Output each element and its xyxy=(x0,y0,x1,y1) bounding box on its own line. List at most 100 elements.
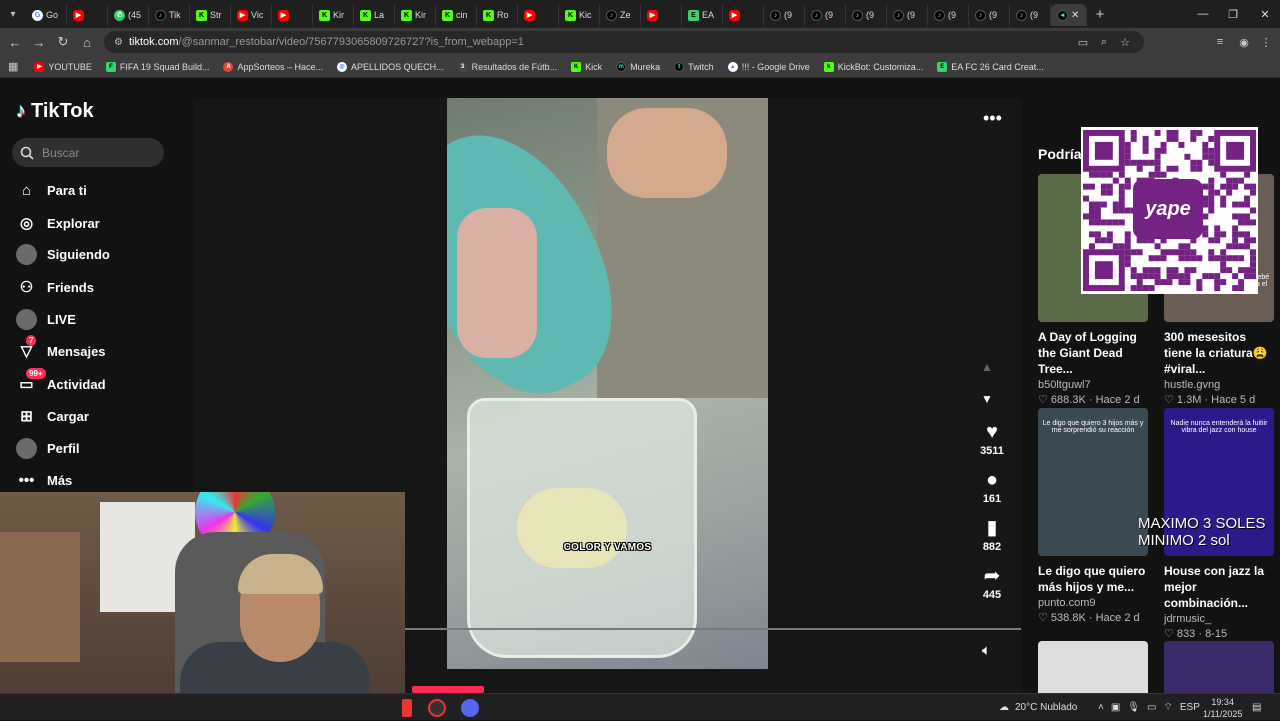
sidebar-item-actividad[interactable]: ▭ 99+ Actividad xyxy=(16,367,106,398)
next-video-icon[interactable]: ▼ xyxy=(981,392,993,406)
bookmark-item[interactable]: K Kick xyxy=(571,61,602,72)
browser-tab[interactable]: ♪ (9 xyxy=(1010,4,1051,26)
bookmark-item[interactable]: A AppSorteos – Hace... xyxy=(223,61,323,72)
browser-tab[interactable]: E EA xyxy=(682,4,723,26)
tray-mic-icon[interactable]: 🎙︎ xyxy=(1127,702,1140,713)
browser-tab[interactable]: ♪ Tik xyxy=(149,4,190,26)
video-thumbnail[interactable] xyxy=(1038,641,1148,693)
video-author[interactable]: jdrmusic_ xyxy=(1164,613,1274,625)
browser-tab[interactable]: ▶ xyxy=(723,4,764,26)
more-options-icon[interactable]: ••• xyxy=(983,108,1002,129)
video-thumbnail[interactable]: Le digo que quiero 3 hijos más y me sorp… xyxy=(1038,408,1148,556)
browser-tab[interactable]: K Str xyxy=(190,4,231,26)
zoom-icon[interactable]: ⌕ xyxy=(1096,34,1112,50)
save-button[interactable]: ▮ 882 xyxy=(976,517,1008,553)
search-input[interactable] xyxy=(42,145,152,160)
previous-video-icon[interactable]: ▲ xyxy=(981,360,993,374)
comment-button[interactable]: ● 161 xyxy=(976,469,1008,505)
sidebar-item-mensajes[interactable]: ▽ 7 Mensajes xyxy=(16,334,106,365)
video-author[interactable]: b50ltguwl7 xyxy=(1038,379,1148,391)
site-info-icon[interactable]: ⚙ xyxy=(114,37,123,48)
browser-tab[interactable]: K Ro xyxy=(477,4,518,26)
video-title[interactable]: 300 mesesitos tiene la criatura😩 #viral.… xyxy=(1164,329,1274,377)
video-title[interactable]: House con jazz la mejor combinación... xyxy=(1164,563,1274,611)
apps-grid-icon[interactable]: ▦ xyxy=(8,60,18,73)
browser-tab[interactable]: ▶ xyxy=(67,4,108,26)
browser-tab[interactable]: ♪ (9 xyxy=(928,4,969,26)
browser-tab[interactable]: ♪ (9 xyxy=(969,4,1010,26)
maximize-window-icon[interactable]: ❐ xyxy=(1218,0,1248,28)
recommended-video-card[interactable]: Le digo que quiero 3 hijos más y me sorp… xyxy=(1038,408,1148,624)
sidebar-item-para-ti[interactable]: ⌂ Para ti xyxy=(16,176,87,204)
reading-list-icon[interactable]: ≡ xyxy=(1212,34,1228,50)
bookmark-item[interactable]: E EA FC 26 Card Creat... xyxy=(937,61,1044,72)
video-progress-bar[interactable] xyxy=(405,628,1021,630)
tray-battery-icon[interactable]: ▭ xyxy=(1147,702,1156,713)
browser-tab[interactable]: K La xyxy=(354,4,395,26)
sidebar-item-perfil[interactable]: Perfil xyxy=(16,434,80,462)
volume-icon[interactable]: 🔈︎ xyxy=(982,642,991,659)
like-button[interactable]: ♥ 3511 xyxy=(976,421,1008,457)
browser-tab[interactable]: ✆ (45 xyxy=(108,4,149,26)
video-frame[interactable]: COLOR Y VAMOS xyxy=(447,98,768,669)
taskbar-app-icon[interactable] xyxy=(402,699,412,717)
video-author[interactable]: punto.com9 xyxy=(1038,597,1148,609)
bookmark-item[interactable]: ▶ YOUTUBE xyxy=(34,61,92,72)
profile-icon[interactable]: ◉ xyxy=(1236,34,1252,50)
browser-tab[interactable]: K Kir xyxy=(313,4,354,26)
browser-tab[interactable]: K Kic xyxy=(559,4,600,26)
bookmark-item[interactable]: 3 Resultados de Fútb... xyxy=(457,61,557,72)
sidebar-item-mas[interactable]: ••• Más xyxy=(16,466,73,494)
bookmark-item[interactable]: ◎ APELLIDOS QUECH... xyxy=(337,61,444,72)
notifications-icon[interactable]: ▤ xyxy=(1252,694,1261,721)
browser-tab[interactable]: ♪ Ze xyxy=(600,4,641,26)
bookmark-item[interactable]: t Twitch xyxy=(674,61,714,72)
forward-arrow-icon[interactable]: → xyxy=(29,32,49,52)
tray-chevron-icon[interactable]: ˄ xyxy=(1098,702,1104,713)
browser-tab[interactable]: ♪ (9 xyxy=(805,4,846,26)
bookmark-item[interactable]: m Mureka xyxy=(616,61,660,72)
tab-search-icon[interactable]: ▾ xyxy=(0,0,26,28)
bookmark-item[interactable]: ▲!!! - Google Drive xyxy=(727,61,810,72)
browser-tab[interactable]: K Kir xyxy=(395,4,436,26)
bookmark-star-icon[interactable]: ☆ xyxy=(1117,34,1133,50)
browser-tab[interactable]: ▶ xyxy=(272,4,313,26)
close-window-icon[interactable]: ✕ xyxy=(1250,0,1280,28)
browser-tab[interactable]: ♪ (9 xyxy=(764,4,805,26)
video-title[interactable]: A Day of Logging the Giant Dead Tree... xyxy=(1038,329,1148,377)
taskbar-chat-icon[interactable] xyxy=(461,699,479,717)
tray-network-icon[interactable]: ▣ xyxy=(1111,702,1120,713)
browser-tab[interactable]: Kcin xyxy=(436,4,477,26)
sidebar-item-explorar[interactable]: ◎ Explorar xyxy=(16,209,100,237)
tray-wifi-icon[interactable]: ⌔ xyxy=(1163,701,1172,714)
sidebar-item-cargar[interactable]: ⊞ Cargar xyxy=(16,402,89,430)
search-box[interactable] xyxy=(12,138,164,167)
browser-tab[interactable]: ▶ xyxy=(641,4,682,26)
active-tab[interactable]: ◂ ✕ xyxy=(1051,4,1087,26)
system-tray[interactable]: ˄ ▣ 🎙︎ ▭ ⌔ ESP xyxy=(1098,694,1200,721)
browser-tab[interactable]: ♪ (9 xyxy=(846,4,887,26)
browser-tab[interactable]: ♪ (9 xyxy=(887,4,928,26)
taskbar-obs-icon[interactable] xyxy=(428,699,446,717)
home-icon[interactable]: ⌂ xyxy=(77,32,97,52)
browser-tab[interactable]: ▶ Vic xyxy=(231,4,272,26)
bookmark-item[interactable]: F FIFA 19 Squad Build... xyxy=(105,61,209,72)
cast-icon[interactable]: ▭ xyxy=(1075,34,1091,50)
video-thumbnail[interactable] xyxy=(1164,641,1274,693)
browser-tab[interactable]: G Go xyxy=(26,4,67,26)
video-author[interactable]: hustle.gvng xyxy=(1164,379,1274,391)
close-tab-icon[interactable]: ✕ xyxy=(1071,10,1079,21)
sidebar-item-siguiendo[interactable]: Siguiendo xyxy=(16,240,110,268)
chrome-menu-icon[interactable]: ⋮ xyxy=(1258,34,1274,50)
tray-lang[interactable]: ESP xyxy=(1180,702,1200,713)
video-title[interactable]: Le digo que quiero más hijos y me... xyxy=(1038,563,1148,595)
minimize-window-icon[interactable]: — xyxy=(1188,0,1218,28)
browser-tab[interactable]: ▶ xyxy=(518,4,559,26)
new-tab-button[interactable]: + xyxy=(1087,6,1113,23)
clock[interactable]: 19:34 1/11/2025 xyxy=(1203,694,1242,721)
back-arrow-icon[interactable]: ← xyxy=(5,32,25,52)
share-button[interactable]: ➦ 445 xyxy=(976,565,1008,601)
reload-icon[interactable]: ↻ xyxy=(53,32,73,52)
address-bar[interactable]: ⚙ tiktok.com/@sanmar_restobar/video/7567… xyxy=(104,31,1144,53)
bookmark-item[interactable]: k KickBot: Customiza... xyxy=(823,61,923,72)
